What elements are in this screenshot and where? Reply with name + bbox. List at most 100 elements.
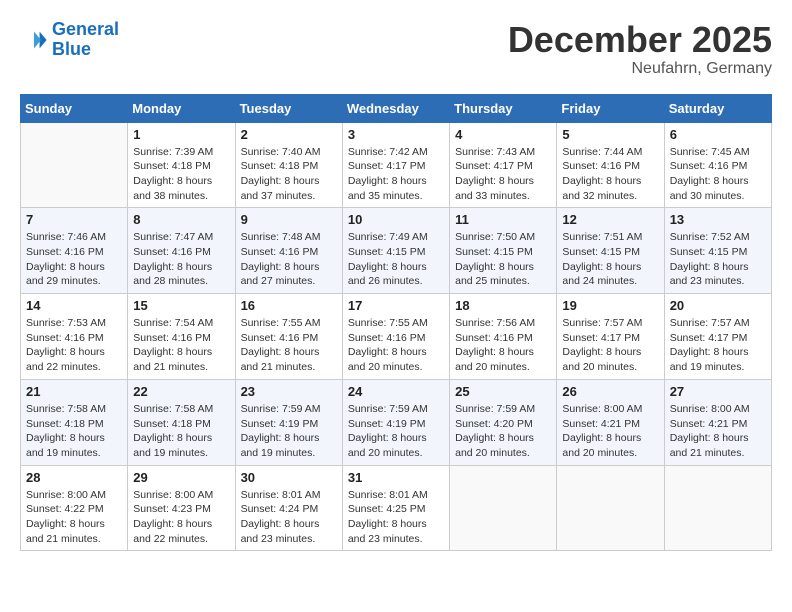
day-info: Sunrise: 7:58 AMSunset: 4:18 PMDaylight:… xyxy=(26,402,122,461)
calendar-cell: 22 Sunrise: 7:58 AMSunset: 4:18 PMDayligh… xyxy=(128,379,235,465)
day-number: 14 xyxy=(26,298,122,313)
day-info: Sunrise: 7:56 AMSunset: 4:16 PMDaylight:… xyxy=(455,316,551,375)
day-info: Sunrise: 8:01 AMSunset: 4:25 PMDaylight:… xyxy=(348,488,444,547)
day-info: Sunrise: 7:45 AMSunset: 4:16 PMDaylight:… xyxy=(670,145,766,204)
calendar-cell: 19 Sunrise: 7:57 AMSunset: 4:17 PMDayligh… xyxy=(557,294,664,380)
day-info: Sunrise: 7:57 AMSunset: 4:17 PMDaylight:… xyxy=(670,316,766,375)
calendar-cell xyxy=(21,122,128,208)
day-number: 11 xyxy=(455,212,551,227)
weekday-header-friday: Friday xyxy=(557,94,664,122)
day-info: Sunrise: 7:55 AMSunset: 4:16 PMDaylight:… xyxy=(241,316,337,375)
weekday-header-thursday: Thursday xyxy=(450,94,557,122)
day-number: 8 xyxy=(133,212,229,227)
day-number: 6 xyxy=(670,127,766,142)
weekday-header-tuesday: Tuesday xyxy=(235,94,342,122)
week-row-2: 7 Sunrise: 7:46 AMSunset: 4:16 PMDaylight… xyxy=(21,208,772,294)
calendar-cell: 31 Sunrise: 8:01 AMSunset: 4:25 PMDayligh… xyxy=(342,465,449,551)
week-row-4: 21 Sunrise: 7:58 AMSunset: 4:18 PMDayligh… xyxy=(21,379,772,465)
day-number: 28 xyxy=(26,470,122,485)
calendar-cell xyxy=(450,465,557,551)
day-number: 2 xyxy=(241,127,337,142)
day-info: Sunrise: 7:58 AMSunset: 4:18 PMDaylight:… xyxy=(133,402,229,461)
logo: General Blue xyxy=(20,20,119,60)
weekday-header-monday: Monday xyxy=(128,94,235,122)
calendar-cell: 16 Sunrise: 7:55 AMSunset: 4:16 PMDayligh… xyxy=(235,294,342,380)
day-number: 4 xyxy=(455,127,551,142)
calendar-cell: 2 Sunrise: 7:40 AMSunset: 4:18 PMDaylight… xyxy=(235,122,342,208)
day-info: Sunrise: 8:00 AMSunset: 4:21 PMDaylight:… xyxy=(562,402,658,461)
day-info: Sunrise: 7:48 AMSunset: 4:16 PMDaylight:… xyxy=(241,230,337,289)
week-row-3: 14 Sunrise: 7:53 AMSunset: 4:16 PMDayligh… xyxy=(21,294,772,380)
day-info: Sunrise: 7:44 AMSunset: 4:16 PMDaylight:… xyxy=(562,145,658,204)
day-number: 13 xyxy=(670,212,766,227)
day-number: 19 xyxy=(562,298,658,313)
calendar-cell: 9 Sunrise: 7:48 AMSunset: 4:16 PMDaylight… xyxy=(235,208,342,294)
calendar-cell: 11 Sunrise: 7:50 AMSunset: 4:15 PMDayligh… xyxy=(450,208,557,294)
day-info: Sunrise: 8:00 AMSunset: 4:22 PMDaylight:… xyxy=(26,488,122,547)
week-row-1: 1 Sunrise: 7:39 AMSunset: 4:18 PMDaylight… xyxy=(21,122,772,208)
logo-icon xyxy=(20,26,48,54)
calendar-cell: 18 Sunrise: 7:56 AMSunset: 4:16 PMDayligh… xyxy=(450,294,557,380)
day-info: Sunrise: 8:01 AMSunset: 4:24 PMDaylight:… xyxy=(241,488,337,547)
day-info: Sunrise: 7:53 AMSunset: 4:16 PMDaylight:… xyxy=(26,316,122,375)
title-area: December 2025 Neufahrn, Germany xyxy=(508,20,772,78)
day-info: Sunrise: 7:59 AMSunset: 4:20 PMDaylight:… xyxy=(455,402,551,461)
day-number: 10 xyxy=(348,212,444,227)
week-row-5: 28 Sunrise: 8:00 AMSunset: 4:22 PMDayligh… xyxy=(21,465,772,551)
day-info: Sunrise: 7:55 AMSunset: 4:16 PMDaylight:… xyxy=(348,316,444,375)
calendar-cell: 30 Sunrise: 8:01 AMSunset: 4:24 PMDayligh… xyxy=(235,465,342,551)
day-number: 1 xyxy=(133,127,229,142)
header: General Blue December 2025 Neufahrn, Ger… xyxy=(20,20,772,78)
day-number: 7 xyxy=(26,212,122,227)
day-number: 20 xyxy=(670,298,766,313)
day-info: Sunrise: 7:43 AMSunset: 4:17 PMDaylight:… xyxy=(455,145,551,204)
calendar-cell: 26 Sunrise: 8:00 AMSunset: 4:21 PMDayligh… xyxy=(557,379,664,465)
day-info: Sunrise: 7:42 AMSunset: 4:17 PMDaylight:… xyxy=(348,145,444,204)
day-info: Sunrise: 7:49 AMSunset: 4:15 PMDaylight:… xyxy=(348,230,444,289)
calendar-cell: 14 Sunrise: 7:53 AMSunset: 4:16 PMDayligh… xyxy=(21,294,128,380)
calendar-cell: 1 Sunrise: 7:39 AMSunset: 4:18 PMDaylight… xyxy=(128,122,235,208)
calendar-cell: 10 Sunrise: 7:49 AMSunset: 4:15 PMDayligh… xyxy=(342,208,449,294)
calendar-table: SundayMondayTuesdayWednesdayThursdayFrid… xyxy=(20,94,772,552)
day-info: Sunrise: 7:59 AMSunset: 4:19 PMDaylight:… xyxy=(348,402,444,461)
day-info: Sunrise: 7:40 AMSunset: 4:18 PMDaylight:… xyxy=(241,145,337,204)
day-number: 5 xyxy=(562,127,658,142)
calendar-cell: 29 Sunrise: 8:00 AMSunset: 4:23 PMDayligh… xyxy=(128,465,235,551)
day-info: Sunrise: 7:54 AMSunset: 4:16 PMDaylight:… xyxy=(133,316,229,375)
day-number: 30 xyxy=(241,470,337,485)
day-number: 25 xyxy=(455,384,551,399)
day-info: Sunrise: 8:00 AMSunset: 4:21 PMDaylight:… xyxy=(670,402,766,461)
calendar-cell: 15 Sunrise: 7:54 AMSunset: 4:16 PMDayligh… xyxy=(128,294,235,380)
day-info: Sunrise: 7:51 AMSunset: 4:15 PMDaylight:… xyxy=(562,230,658,289)
day-info: Sunrise: 7:57 AMSunset: 4:17 PMDaylight:… xyxy=(562,316,658,375)
calendar-cell: 3 Sunrise: 7:42 AMSunset: 4:17 PMDaylight… xyxy=(342,122,449,208)
day-number: 31 xyxy=(348,470,444,485)
day-info: Sunrise: 7:39 AMSunset: 4:18 PMDaylight:… xyxy=(133,145,229,204)
month-title: December 2025 xyxy=(508,20,772,60)
calendar-cell: 5 Sunrise: 7:44 AMSunset: 4:16 PMDaylight… xyxy=(557,122,664,208)
calendar-cell: 17Sunrise: 7:55 AMSunset: 4:16 PMDayligh… xyxy=(342,294,449,380)
weekday-header-wednesday: Wednesday xyxy=(342,94,449,122)
day-number: 23 xyxy=(241,384,337,399)
day-info: Sunrise: 7:50 AMSunset: 4:15 PMDaylight:… xyxy=(455,230,551,289)
day-number: 9 xyxy=(241,212,337,227)
day-number: 26 xyxy=(562,384,658,399)
day-number: 15 xyxy=(133,298,229,313)
day-info: Sunrise: 7:52 AMSunset: 4:15 PMDaylight:… xyxy=(670,230,766,289)
day-number: 22 xyxy=(133,384,229,399)
weekday-header-sunday: Sunday xyxy=(21,94,128,122)
logo-text: General Blue xyxy=(52,20,119,60)
day-number: 16 xyxy=(241,298,337,313)
calendar-cell: 28 Sunrise: 8:00 AMSunset: 4:22 PMDayligh… xyxy=(21,465,128,551)
day-info: Sunrise: 7:46 AMSunset: 4:16 PMDaylight:… xyxy=(26,230,122,289)
calendar-cell xyxy=(557,465,664,551)
day-number: 29 xyxy=(133,470,229,485)
day-number: 21 xyxy=(26,384,122,399)
day-number: 3 xyxy=(348,127,444,142)
day-number: 24 xyxy=(348,384,444,399)
calendar-cell: 27Sunrise: 8:00 AMSunset: 4:21 PMDayligh… xyxy=(664,379,771,465)
day-info: Sunrise: 8:00 AMSunset: 4:23 PMDaylight:… xyxy=(133,488,229,547)
day-number: 18 xyxy=(455,298,551,313)
calendar-cell xyxy=(664,465,771,551)
calendar-cell: 25 Sunrise: 7:59 AMSunset: 4:20 PMDayligh… xyxy=(450,379,557,465)
